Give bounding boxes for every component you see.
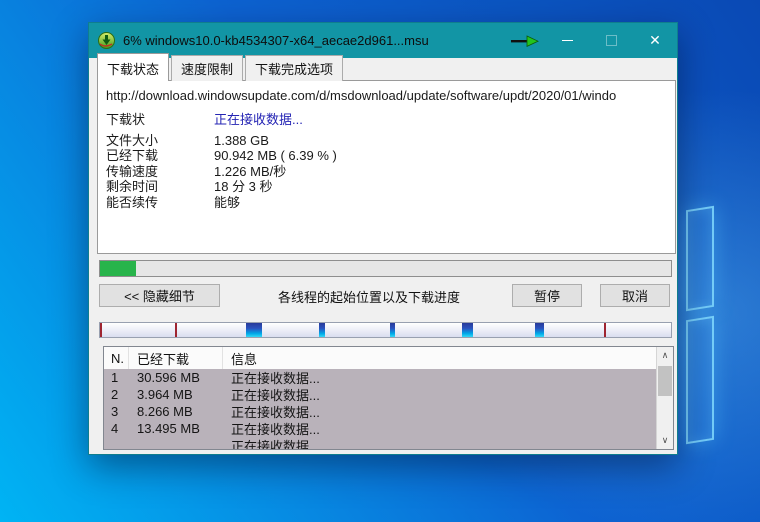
field-value: 正在接收数据...: [214, 112, 675, 128]
status-field-row: 已经下载90.942 MB ( 6.39 % ): [106, 148, 675, 164]
download-arrow-icon: [511, 35, 539, 47]
windows-logo-pane-bottom: [686, 316, 714, 444]
pause-button[interactable]: 暂停: [512, 284, 582, 307]
column-header-info: 信息: [223, 347, 673, 369]
column-header-n: N.: [104, 347, 129, 369]
table-cell: 2: [104, 387, 129, 402]
field-label: 剩余时间: [106, 179, 214, 195]
tab-strip: 下载状态 速度限制 下载完成选项: [97, 59, 345, 81]
chevron-up-icon: ∧: [662, 350, 669, 361]
thread-activity-block: [390, 323, 395, 337]
thread-progress-bar: [99, 322, 672, 338]
table-cell: 30.596 MB: [129, 370, 223, 385]
status-field-row: 文件大小1.388 GB: [106, 133, 675, 149]
table-row[interactable]: 正在接收数据...: [104, 437, 656, 449]
thread-activity-block: [319, 323, 325, 337]
table-cell: 13.495 MB: [129, 421, 223, 436]
cancel-button[interactable]: 取消: [600, 284, 670, 307]
minimize-icon: [562, 40, 573, 41]
field-label: 能否续传: [106, 195, 214, 211]
window-title: 6% windows10.0-kb4534307-x64_aecae2d961.…: [123, 33, 511, 48]
thread-activity-block: [535, 323, 544, 337]
table-row[interactable]: 38.266 MB正在接收数据...: [104, 403, 656, 420]
tab-download-complete-options[interactable]: 下载完成选项: [245, 55, 343, 81]
minimize-button[interactable]: [545, 23, 589, 58]
table-row[interactable]: 413.495 MB正在接收数据...: [104, 420, 656, 437]
field-label: 已经下载: [106, 148, 214, 164]
idm-app-icon: [98, 32, 115, 49]
threads-table-body: 130.596 MB正在接收数据...23.964 MB正在接收数据...38.…: [104, 369, 656, 449]
tab-download-status[interactable]: 下载状态: [97, 53, 169, 81]
field-label: 文件大小: [106, 133, 214, 149]
field-value: 1.226 MB/秒: [214, 164, 675, 180]
field-value: 90.942 MB ( 6.39 % ): [214, 148, 675, 164]
field-value: 1.388 GB: [214, 133, 675, 149]
tab-speed-limit[interactable]: 速度限制: [171, 55, 243, 81]
scrollbar-up-button[interactable]: ∧: [657, 347, 673, 364]
windows-logo-pane-top: [686, 206, 714, 311]
thread-segment-tick: [100, 323, 102, 337]
field-value: 能够: [214, 195, 675, 211]
status-field-row: 传输速度1.226 MB/秒: [106, 164, 675, 180]
status-field-row: 能否续传能够: [106, 195, 675, 211]
table-scrollbar[interactable]: ∧ ∨: [656, 347, 673, 449]
overall-progress-bar: [99, 260, 672, 277]
close-button[interactable]: ✕: [633, 23, 677, 58]
table-row[interactable]: 23.964 MB正在接收数据...: [104, 386, 656, 403]
table-cell: 3.964 MB: [129, 387, 223, 402]
table-cell: 正在接收数据...: [223, 436, 656, 449]
thread-activity-block: [462, 323, 473, 337]
download-status-panel: http://download.windowsupdate.com/d/msdo…: [97, 80, 676, 254]
scrollbar-thumb[interactable]: [658, 366, 672, 396]
progress-fill: [100, 261, 136, 276]
status-field-row: 剩余时间18 分 3 秒: [106, 179, 675, 195]
status-field-row: 下载状正在接收数据...: [106, 112, 675, 128]
thread-activity-block: [246, 323, 262, 337]
field-label: 下载状: [106, 112, 214, 128]
table-header: N. 已经下载 信息: [104, 347, 673, 370]
titlebar[interactable]: 6% windows10.0-kb4534307-x64_aecae2d961.…: [89, 23, 677, 58]
table-cell: 3: [104, 404, 129, 419]
scrollbar-down-button[interactable]: ∨: [657, 432, 673, 449]
idm-download-window: 6% windows10.0-kb4534307-x64_aecae2d961.…: [88, 22, 678, 455]
hide-details-button[interactable]: << 隐藏细节: [99, 284, 220, 307]
field-value: 18 分 3 秒: [214, 179, 675, 195]
chevron-down-icon: ∨: [662, 435, 669, 446]
threads-caption: 各线程的起始位置以及下载进度: [249, 287, 489, 306]
table-cell: 4: [104, 421, 129, 436]
download-url: http://download.windowsupdate.com/d/msdo…: [106, 88, 669, 103]
thread-segment-tick: [175, 323, 177, 337]
field-label: 传输速度: [106, 164, 214, 180]
thread-segment-tick: [604, 323, 606, 337]
close-icon: ✕: [649, 32, 661, 49]
maximize-icon: [606, 35, 617, 46]
threads-table: N. 已经下载 信息 130.596 MB正在接收数据...23.964 MB正…: [103, 346, 674, 450]
status-fields: 下载状正在接收数据...文件大小1.388 GB已经下载90.942 MB ( …: [106, 112, 675, 210]
table-cell: 8.266 MB: [129, 404, 223, 419]
column-header-downloaded: 已经下载: [129, 347, 223, 369]
table-cell: 1: [104, 370, 129, 385]
table-row[interactable]: 130.596 MB正在接收数据...: [104, 369, 656, 386]
maximize-button[interactable]: [589, 23, 633, 58]
